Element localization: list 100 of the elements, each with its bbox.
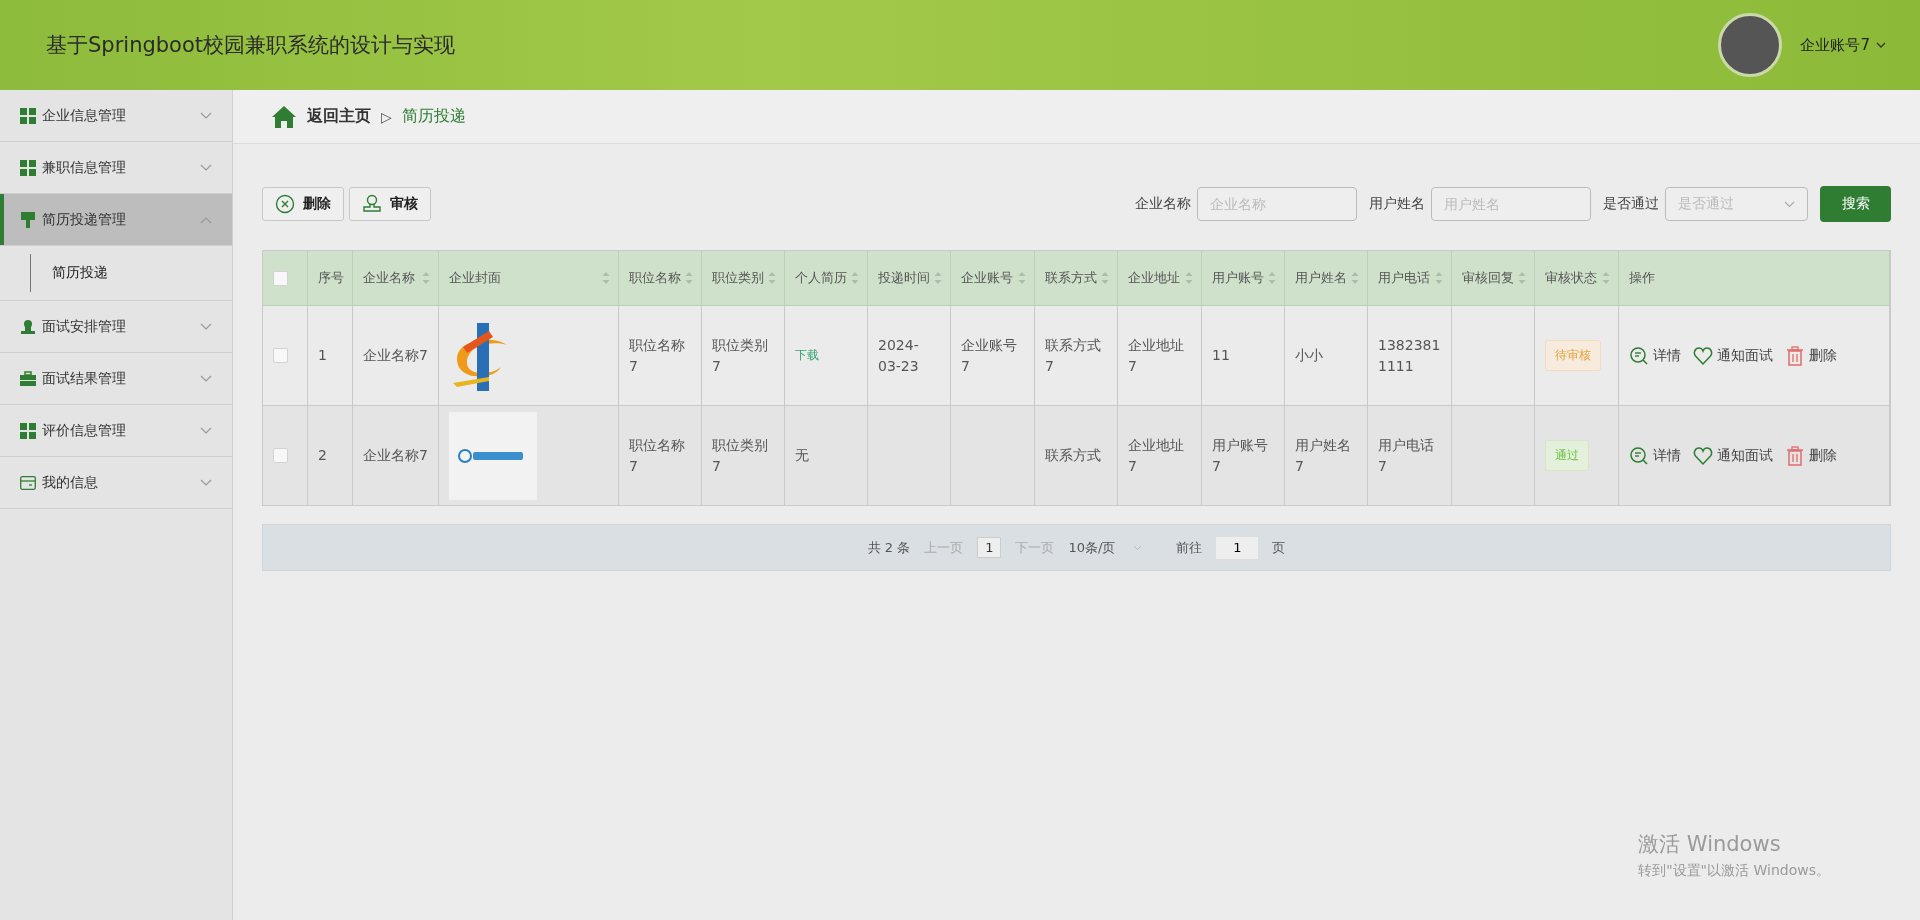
- chevron-down-icon: [200, 322, 212, 331]
- field-label: 用户姓名: [1369, 195, 1425, 213]
- column-header[interactable]: 职位类别: [702, 251, 785, 306]
- sidebar-item[interactable]: 面试安排管理: [0, 301, 232, 353]
- sort-icon[interactable]: [851, 271, 859, 285]
- delete-button[interactable]: 删除: [1785, 445, 1837, 466]
- table-cell: 企业地址7: [1118, 406, 1202, 506]
- delete-button[interactable]: 删除: [262, 187, 344, 221]
- table-cell: 13823811111: [1368, 306, 1452, 406]
- sort-icon[interactable]: [1351, 271, 1359, 285]
- sort-icon[interactable]: [1185, 271, 1193, 285]
- page-unit-label: 页: [1272, 538, 1286, 557]
- sort-icon[interactable]: [768, 271, 776, 285]
- table-cell: 用户账号7: [1202, 406, 1285, 506]
- page-number[interactable]: 1: [977, 537, 1002, 558]
- row-checkbox[interactable]: [273, 348, 288, 363]
- column-header[interactable]: 联系方式: [1035, 251, 1118, 306]
- grid-icon: [20, 159, 36, 176]
- review-button[interactable]: 审核: [349, 187, 431, 221]
- field-label: 企业名称: [1135, 195, 1191, 213]
- sort-icon[interactable]: [602, 271, 610, 285]
- sidebar-item[interactable]: 评价信息管理: [0, 405, 232, 457]
- column-header[interactable]: 职位名称: [619, 251, 702, 306]
- table-cell: 2024-03-23: [868, 306, 951, 406]
- heart-icon: [1693, 445, 1713, 466]
- details-button[interactable]: 详情: [1629, 445, 1681, 466]
- table-cell: 企业地址7: [1118, 306, 1202, 406]
- goto-label: 前往: [1176, 538, 1203, 557]
- column-header[interactable]: 投递时间: [868, 251, 951, 306]
- close-icon: [275, 194, 295, 214]
- table-cell: 用户电话7: [1368, 406, 1452, 506]
- column-header[interactable]: 用户姓名: [1285, 251, 1368, 306]
- details-button[interactable]: 详情: [1629, 345, 1681, 366]
- table-cell: 企业账号7: [951, 306, 1035, 406]
- home-link[interactable]: 返回主页: [307, 106, 371, 127]
- grid-icon: [20, 422, 36, 439]
- table-cell: 职位名称7: [619, 406, 702, 506]
- status-badge: 通过: [1545, 440, 1589, 471]
- column-header: 操作: [1619, 251, 1890, 306]
- table-cell: 企业名称7: [353, 406, 439, 506]
- activation-text: 转到"设置"以激活 Windows。: [1638, 862, 1830, 880]
- chevron-down-icon: [1876, 41, 1886, 49]
- search-button[interactable]: 搜索: [1820, 186, 1891, 222]
- sidebar-item[interactable]: 简历投递管理: [0, 194, 232, 246]
- sort-icon[interactable]: [1435, 271, 1443, 285]
- trash-icon: [1785, 345, 1805, 366]
- chevron-down-icon: [200, 163, 212, 172]
- column-header[interactable]: 企业账号: [951, 251, 1035, 306]
- table-cell-text: 无: [795, 446, 809, 465]
- sort-icon[interactable]: [934, 271, 942, 285]
- column-header[interactable]: 用户账号: [1202, 251, 1285, 306]
- briefcase-icon: [20, 370, 36, 387]
- sort-icon[interactable]: [1018, 271, 1026, 285]
- sort-icon[interactable]: [1268, 271, 1276, 285]
- chevron-down-icon: [200, 111, 212, 120]
- table-cell: 1: [308, 306, 353, 406]
- table-cell: 联系方式7: [1035, 306, 1118, 406]
- table-cell: 2: [308, 406, 353, 506]
- card-icon: [20, 474, 36, 491]
- sort-icon[interactable]: [1602, 271, 1610, 285]
- table-cell: 小小: [1285, 306, 1368, 406]
- stamp-icon: [362, 194, 382, 214]
- delete-button[interactable]: 删除: [1785, 345, 1837, 366]
- sidebar-item[interactable]: 面试结果管理: [0, 353, 232, 405]
- column-header[interactable]: 审核回复: [1452, 251, 1535, 306]
- sidebar-item[interactable]: 企业信息管理: [0, 90, 232, 142]
- column-header[interactable]: 企业名称: [353, 251, 439, 306]
- chevron-down-icon: [1133, 544, 1143, 551]
- page-size-select[interactable]: 10条/页: [1068, 538, 1143, 557]
- trash-icon: [1785, 445, 1805, 466]
- search-doc-icon: [1629, 445, 1649, 466]
- column-header[interactable]: 企业地址: [1118, 251, 1202, 306]
- sidebar-subitem[interactable]: 简历投递: [52, 264, 108, 282]
- table-cell: 职位类别7: [702, 306, 785, 406]
- total-count: 共 2 条: [867, 538, 911, 557]
- sort-icon[interactable]: [422, 271, 430, 285]
- column-header[interactable]: 企业封面: [439, 251, 619, 306]
- home-icon[interactable]: [271, 104, 297, 129]
- select-all-checkbox[interactable]: [273, 270, 288, 286]
- sidebar-item[interactable]: 我的信息: [0, 457, 232, 509]
- chevron-up-icon: [200, 215, 212, 224]
- chevron-down-icon: [200, 426, 212, 435]
- app-title: 基于Springboot校园兼职系统的设计与实现: [46, 32, 456, 59]
- goto-page-field[interactable]: 1: [1216, 536, 1259, 559]
- breadcrumb-current: 简历投递: [401, 106, 466, 127]
- sort-icon[interactable]: [1101, 271, 1109, 285]
- person-icon: [20, 318, 36, 335]
- sort-icon[interactable]: [1518, 271, 1526, 285]
- chevron-down-icon: [200, 478, 212, 487]
- notify-button[interactable]: 通知面试: [1693, 345, 1773, 366]
- sort-icon[interactable]: [685, 271, 693, 285]
- table-cell: 11: [1202, 306, 1285, 406]
- column-header: 序号: [308, 251, 353, 306]
- table-cell: 职位名称7: [619, 306, 702, 406]
- user-menu[interactable]: 企业账号7: [1794, 34, 1892, 56]
- column-header[interactable]: 审核状态: [1535, 251, 1619, 306]
- column-header[interactable]: 个人简历: [785, 251, 868, 306]
- notify-button[interactable]: 通知面试: [1693, 445, 1773, 466]
- column-header[interactable]: 用户电话: [1368, 251, 1452, 306]
- row-checkbox[interactable]: [273, 448, 288, 463]
